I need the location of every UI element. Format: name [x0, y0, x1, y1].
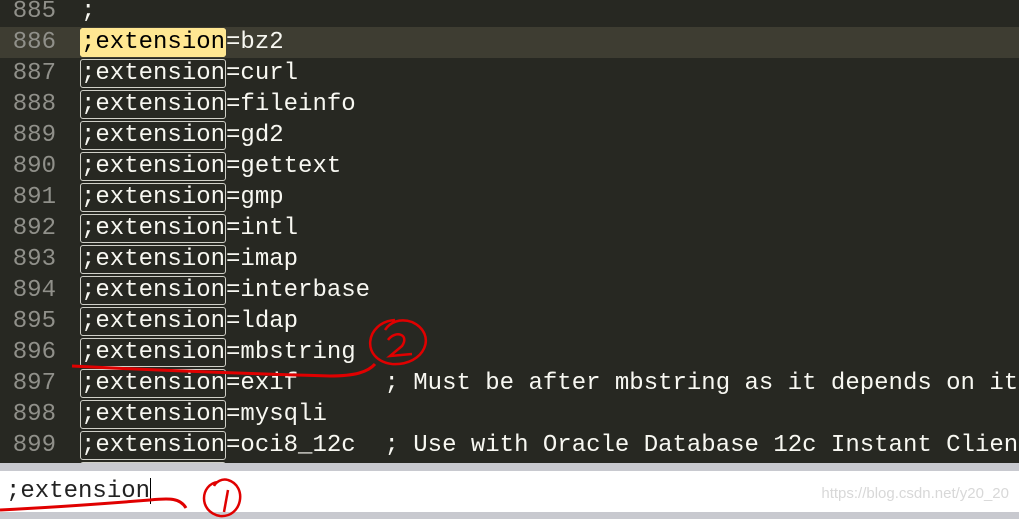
line-post: =curl: [226, 60, 299, 87]
line-number: 885: [12, 0, 56, 25]
line-text: ;extension=gettext: [80, 151, 342, 182]
code-line[interactable]: 886 ;extension=bz2: [0, 27, 1019, 58]
line-text: ;extension=exif ; Must be after mbstring…: [80, 368, 1019, 399]
find-panel: ;extension https://blog.csdn.net/y20_20: [0, 463, 1019, 519]
search-match: ;extension: [80, 276, 227, 305]
line-text: ;extension=oci8_12c ; Use with Oracle Da…: [80, 430, 1019, 461]
line-text: ;extension=curl: [80, 58, 299, 89]
search-match: ;extension: [80, 183, 227, 212]
line-post: =mbstring: [226, 339, 356, 366]
line-number: 899: [12, 432, 56, 459]
line-post: =bz2: [226, 29, 284, 56]
line-text: ;extension=intl: [80, 213, 299, 244]
search-match: ;extension: [80, 431, 227, 460]
search-match: ;extension: [80, 90, 227, 119]
line-number: 896: [12, 339, 56, 366]
line-text: ;extension=gd2: [80, 120, 284, 151]
search-match: ;extension: [80, 400, 227, 429]
line-number: 898: [12, 401, 56, 428]
search-match: ;extension: [80, 307, 227, 336]
code-line[interactable]: 893 ;extension=imap: [0, 244, 1019, 275]
search-match: ;extension: [80, 28, 227, 57]
code-editor[interactable]: 885; 886 ;extension=bz2 887 ;extension=curl 8…: [0, 0, 1019, 463]
line-text: ;extension=ldap: [80, 306, 299, 337]
line-text: ;extension=mbstring: [80, 337, 356, 368]
line-post: =mysqli: [226, 401, 327, 428]
line-post: =interbase: [226, 277, 371, 304]
line-number: 889: [12, 122, 56, 149]
line-post: =oci8_12c ; Use with Oracle Database 12c…: [226, 432, 1019, 459]
find-input-value: ;extension: [6, 478, 151, 505]
line-number: 894: [12, 277, 56, 304]
line-text: ;extension=gmp: [80, 182, 284, 213]
line-number: 891: [12, 184, 56, 211]
code-line[interactable]: 895 ;extension=ldap: [0, 306, 1019, 337]
line-number: 892: [12, 215, 56, 242]
line-number: 895: [12, 308, 56, 335]
code-line[interactable]: 890 ;extension=gettext: [0, 151, 1019, 182]
code-line[interactable]: 891 ;extension=gmp: [0, 182, 1019, 213]
watermark: https://blog.csdn.net/y20_20: [821, 485, 1009, 502]
search-match: ;extension: [80, 121, 227, 150]
line-text: ;extension=imap: [80, 244, 299, 275]
line-post: =gmp: [226, 184, 284, 211]
line-number: 887: [12, 60, 56, 87]
line-post: =exif ; Must be after mbstring as it dep…: [226, 370, 1019, 397]
line-number: 890: [12, 153, 56, 180]
search-match: ;extension: [80, 152, 227, 181]
code-line[interactable]: 896 ;extension=mbstring: [0, 337, 1019, 368]
line-text: ;extension=bz2: [80, 27, 284, 58]
code-line[interactable]: 889 ;extension=gd2: [0, 120, 1019, 151]
code-line[interactable]: 898 ;extension=mysqli: [0, 399, 1019, 430]
code-line[interactable]: 887 ;extension=curl: [0, 58, 1019, 89]
search-match: ;extension: [80, 369, 227, 398]
text-caret: [150, 477, 152, 504]
line-post: =fileinfo: [226, 91, 356, 118]
line-post: =intl: [226, 215, 299, 242]
search-match: ;extension: [80, 338, 227, 367]
search-match: ;extension: [80, 214, 227, 243]
line-text: ;extension=interbase: [80, 275, 371, 306]
line-pre: ;: [81, 0, 96, 25]
search-match: ;extension: [80, 59, 227, 88]
code-line[interactable]: 892 ;extension=intl: [0, 213, 1019, 244]
code-line[interactable]: 894 ;extension=interbase: [0, 275, 1019, 306]
line-post: =gettext: [226, 153, 342, 180]
line-number: 893: [12, 246, 56, 273]
line-number: 886: [12, 29, 56, 56]
code-line[interactable]: 888 ;extension=fileinfo: [0, 89, 1019, 120]
line-number: 888: [12, 91, 56, 118]
code-line[interactable]: 885;: [0, 0, 1019, 27]
code-line[interactable]: 897 ;extension=exif ; Must be after mbstr…: [0, 368, 1019, 399]
line-text: ;: [81, 0, 95, 27]
line-text: ;extension=fileinfo: [80, 89, 356, 120]
line-post: =ldap: [226, 308, 299, 335]
line-text: ;extension=mysqli: [80, 399, 327, 430]
code-line[interactable]: 899 ;extension=oci8_12c ; Use with Oracle…: [0, 430, 1019, 461]
line-post: =gd2: [226, 122, 284, 149]
search-match: ;extension: [80, 245, 227, 274]
line-post: =imap: [226, 246, 299, 273]
line-number: 897: [12, 370, 56, 397]
